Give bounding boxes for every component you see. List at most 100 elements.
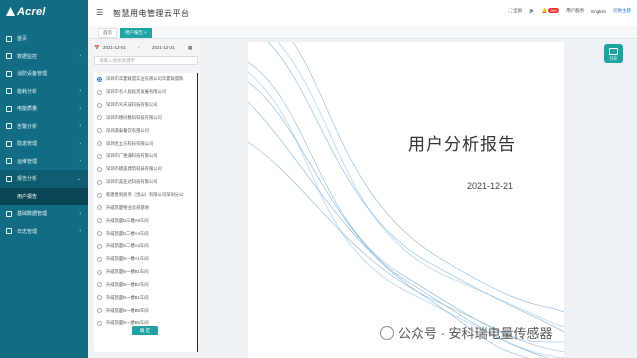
tab-user-report[interactable]: 用户报告 ×: [120, 27, 152, 38]
sidebar-item[interactable]: 用户报告: [0, 187, 88, 205]
start-date-input[interactable]: 2021-12-01: [103, 43, 126, 52]
sidebar-item[interactable]: 告警分析 ›: [0, 118, 88, 136]
report-title: 用户分析报告: [408, 135, 516, 154]
chevron-icon: ›: [79, 210, 81, 217]
language-switch[interactable]: English: [591, 9, 606, 14]
menu-icon: [6, 158, 12, 165]
menu-icon: [6, 228, 12, 235]
radio-button[interactable]: [97, 256, 102, 262]
radio-button[interactable]: [97, 205, 102, 211]
sidebar-item-label: 告警分析: [17, 123, 38, 130]
sidebar-item[interactable]: 首页: [0, 30, 88, 48]
radio-button[interactable]: [97, 231, 102, 237]
company-list-item[interactable]: 深圳市德同数码科技有限公司: [94, 112, 197, 125]
sidebar-item-label: 能耗分析: [17, 88, 38, 95]
company-list-item[interactable]: 升威凯厦B一楼B5车间: [94, 304, 197, 317]
radio-button[interactable]: [97, 102, 102, 108]
sidebar-item[interactable]: 消防设备管理: [0, 65, 88, 83]
company-name: 深圳源泰餐饮有限公司: [106, 127, 149, 133]
radio-button[interactable]: [97, 269, 102, 275]
company-name: 升威凯厦B三楼A9车间: [106, 217, 149, 223]
company-list-item[interactable]: 深圳市众天成科技有限公司: [94, 99, 197, 112]
print-button[interactable]: 打印: [604, 44, 623, 63]
company-name: 升威凯厦B一楼B1车间: [106, 294, 149, 300]
company-name: 升威凯厦B一楼B1车间: [106, 269, 149, 275]
notification-icon[interactable]: 🔔 99+: [542, 8, 560, 14]
company-list-item[interactable]: 升威凯厦B一楼B2车间: [94, 279, 197, 292]
sidebar-item-label: 报告分析: [17, 176, 38, 183]
company-list: 深圳市华夏联盟实业有限公司华夏联盟购 深圳市名人居投资发展有限公司 深圳市众天成科技…: [94, 73, 198, 352]
fullscreen-label: 全屏: [513, 8, 523, 13]
header-actions: ⛶ 全屏 🔈 🔔 99+ 用户服务 English 切换主题: [502, 8, 631, 14]
menu-icon: [6, 210, 12, 217]
radio-button[interactable]: [97, 243, 102, 249]
confirm-button[interactable]: 确 定: [132, 326, 158, 335]
company-list-item[interactable]: 升威凯厦B一楼B1车间: [94, 266, 197, 279]
company-name: 深圳市名人居投资发展有限公司: [106, 89, 167, 95]
menu-toggle-icon[interactable]: ☰: [96, 8, 103, 17]
radio-button[interactable]: [97, 192, 102, 198]
radio-button[interactable]: [97, 179, 102, 185]
company-name: 深圳市众天成科技有限公司: [106, 102, 158, 108]
company-list-item[interactable]: 升威凯厦B三楼A9车间: [94, 214, 197, 227]
sidebar-item[interactable]: 隐患管理 ›: [0, 135, 88, 153]
customer-service-link[interactable]: 用户服务: [566, 8, 584, 14]
company-list-item[interactable]: 深圳市美亚达科技有限公司: [94, 176, 197, 189]
radio-button[interactable]: [97, 308, 102, 314]
radio-button[interactable]: [97, 218, 102, 224]
company-list-item[interactable]: 深圳市广德通科技有限公司: [94, 150, 197, 163]
sidebar-item[interactable]: 运维管理 ›: [0, 153, 88, 171]
sidebar-item[interactable]: 数据监控 ›: [0, 48, 88, 66]
fullscreen-button[interactable]: ⛶ 全屏: [509, 8, 522, 14]
company-name: 深圳市美亚达科技有限公司: [106, 179, 158, 185]
calendar-icon[interactable]: ▦: [188, 43, 192, 52]
company-list-item[interactable]: 升威凯厦B二楼A4车间: [94, 227, 197, 240]
search-input[interactable]: 请输入搜索关键字: [94, 56, 198, 65]
company-list-item[interactable]: 深圳市捷美建筑科技有限公司: [94, 163, 197, 176]
sidebar-item[interactable]: 基础数据管理 ›: [0, 205, 88, 223]
company-name: 深圳市华夏联盟实业有限公司华夏联盟购: [106, 76, 184, 82]
radio-button[interactable]: [97, 128, 102, 134]
radio-button[interactable]: [97, 320, 102, 326]
top-bar: ☰ 智慧用电管理云平台 ⛶ 全屏 🔈 🔔 99+ 用户服务 English 切换主…: [88, 0, 637, 27]
menu-icon: [6, 35, 12, 42]
date-separator: -: [138, 45, 140, 50]
sidebar-item-label: 数据监控: [17, 53, 38, 60]
company-name: 升威凯厦B二楼A3车间: [106, 243, 149, 249]
radio-button[interactable]: [97, 295, 102, 301]
chevron-icon: ›: [79, 105, 81, 112]
sidebar-item-label: 日志管理: [17, 228, 38, 235]
company-list-item[interactable]: 升威凯厦B二楼A3车间: [94, 240, 197, 253]
radio-button[interactable]: [97, 141, 102, 147]
company-name: 深圳市捷美建筑科技有限公司: [106, 166, 162, 172]
watermark: 公众号 · 安科瑞电量传感器: [380, 323, 553, 342]
radio-button[interactable]: [97, 282, 102, 288]
company-name: 升威凯厦B一楼A1车间: [106, 256, 149, 262]
radio-button[interactable]: [97, 115, 102, 121]
tab-home[interactable]: 首页: [98, 27, 117, 38]
radio-button[interactable]: [97, 166, 102, 172]
chevron-icon: ›: [79, 140, 81, 147]
sidebar-item[interactable]: 能耗分析 ›: [0, 83, 88, 101]
end-date-input[interactable]: 2021-12-21: [152, 43, 175, 52]
company-list-item[interactable]: 深圳金立方科技有限公司: [94, 137, 197, 150]
brand-logo[interactable]: Acrel: [6, 6, 46, 18]
company-list-item[interactable]: 升威凯厦B一楼A1车间: [94, 253, 197, 266]
sidebar-item[interactable]: 电能质量 ›: [0, 100, 88, 118]
theme-switch-link[interactable]: 切换主题: [613, 8, 631, 14]
company-list-item[interactable]: 深圳市名人居投资发展有限公司: [94, 86, 197, 99]
sidebar-item[interactable]: 日志管理 ›: [0, 223, 88, 241]
report-page: 用户分析报告 2021-12-21: [248, 42, 564, 358]
sidebar-item[interactable]: 报告分析 ⌄: [0, 170, 88, 188]
radio-button[interactable]: [97, 76, 102, 82]
radio-button[interactable]: [97, 153, 102, 159]
company-list-item[interactable]: 升威凯厦B一楼B1车间: [94, 291, 197, 304]
menu-icon: [6, 88, 12, 95]
company-list-item[interactable]: 深圳市华夏联盟实业有限公司华夏联盟购: [94, 73, 197, 86]
mute-icon[interactable]: 🔈: [529, 8, 535, 14]
company-list-item[interactable]: 升威凯厦物业总部基地: [94, 201, 197, 214]
company-list-item[interactable]: 新建胜利商务（昆山）有限公司深圳分公: [94, 189, 197, 202]
radio-button[interactable]: [97, 89, 102, 95]
company-list-item[interactable]: 深圳源泰餐饮有限公司: [94, 124, 197, 137]
chevron-icon: ›: [79, 53, 81, 60]
